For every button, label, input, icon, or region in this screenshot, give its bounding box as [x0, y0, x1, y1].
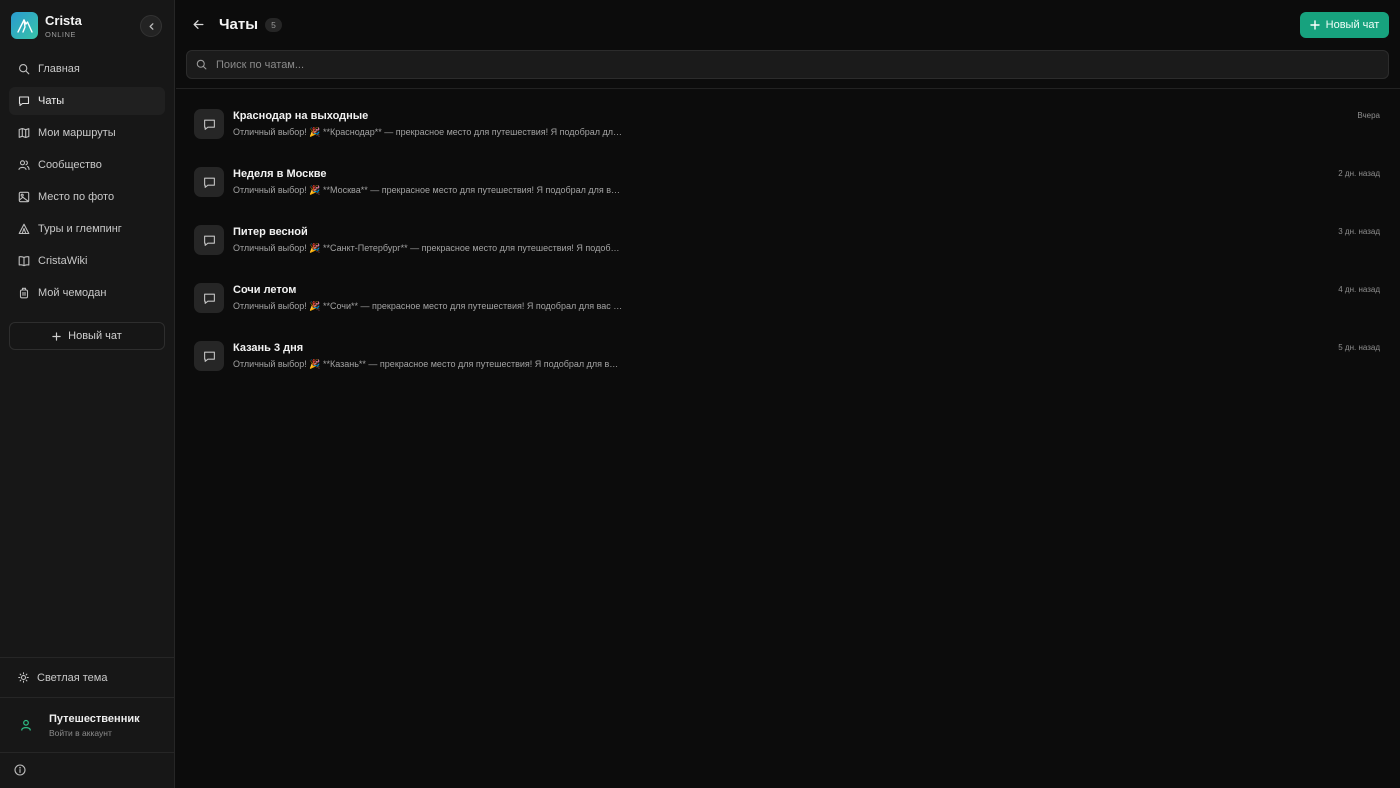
- new-chat-label: Новый чат: [1325, 19, 1380, 31]
- brand[interactable]: Crista ONLINE: [11, 12, 82, 39]
- sidebar: Crista ONLINE Главная Чаты Мои маршруты …: [0, 0, 175, 788]
- chat-title: Краснодар на выходные: [233, 110, 369, 122]
- chat-preview: Отличный выбор! 🎉 **Казань** — прекрасно…: [233, 359, 623, 369]
- chat-list-item[interactable]: Казань 3 дня Отличный выбор! 🎉 **Казань*…: [194, 341, 1382, 399]
- sidebar-item-label: Туры и глемпинг: [38, 223, 122, 235]
- theme-toggle-label: Светлая тема: [37, 671, 108, 684]
- sidebar-item-home[interactable]: Главная: [9, 55, 165, 83]
- chat-avatar: [194, 109, 224, 139]
- sidebar-item-tours[interactable]: Туры и глемпинг: [9, 215, 165, 243]
- crista-logo: [11, 12, 38, 39]
- chat-title: Неделя в Москве: [233, 168, 327, 180]
- chat-title: Сочи летом: [233, 284, 297, 296]
- chat-timestamp: 2 дн. назад: [1338, 169, 1380, 178]
- user-icon: [21, 719, 31, 731]
- chat-bubble-icon: [203, 177, 215, 188]
- sun-icon: [18, 672, 29, 683]
- sidebar-item-label: Чаты: [38, 95, 65, 107]
- chat-avatar: [194, 225, 224, 255]
- tent-icon: [18, 223, 30, 235]
- chat-list-item[interactable]: Питер весной Отличный выбор! 🎉 **Санкт-П…: [194, 225, 1382, 283]
- chat-preview: Отличный выбор! 🎉 **Москва** — прекрасно…: [233, 185, 623, 195]
- chat-count-badge: 5: [265, 18, 282, 32]
- chat-title: Питер весной: [233, 226, 308, 238]
- chat-bubble-icon: [203, 351, 215, 362]
- sidebar-item-label: Место по фото: [38, 191, 115, 203]
- sidebar-item-suitcase[interactable]: Мой чемодан: [9, 279, 165, 307]
- chat-preview: Отличный выбор! 🎉 **Санкт-Петербург** — …: [233, 243, 623, 253]
- chat-list: Краснодар на выходные Отличный выбор! 🎉 …: [194, 109, 1382, 399]
- sidebar-item-chats[interactable]: Чаты: [9, 87, 165, 115]
- sidebar-item-routes[interactable]: Мои маршруты: [9, 119, 165, 147]
- sidebar-item-wiki[interactable]: CristaWiki: [9, 247, 165, 275]
- sidebar-item-community[interactable]: Сообщество: [9, 151, 165, 179]
- sidebar-item-label: Сообщество: [38, 159, 102, 171]
- chat-bubble-icon: [203, 293, 215, 304]
- chat-timestamp: 3 дн. назад: [1338, 227, 1380, 236]
- main-content: Чаты 5 Новый чат Краснодар на выходные О…: [176, 0, 1400, 788]
- sidebar-item-label: Мой чемодан: [38, 287, 107, 299]
- search-icon: [196, 59, 207, 70]
- chat-title: Казань 3 дня: [233, 342, 304, 354]
- chat-timestamp: Вчера: [1357, 111, 1380, 120]
- collapse-sidebar-button[interactable]: [140, 15, 162, 37]
- sidebar-nav: Главная Чаты Мои маршруты Сообщество Мес…: [9, 55, 165, 311]
- sidebar-item-label: CristaWiki: [38, 255, 88, 267]
- app-status: ONLINE: [45, 29, 76, 39]
- page-title: Чаты: [219, 16, 259, 33]
- plus-icon: [52, 331, 61, 341]
- sidebar-new-chat-button[interactable]: Новый чат: [9, 322, 165, 350]
- chat-timestamp: 5 дн. назад: [1338, 343, 1380, 352]
- info-button[interactable]: [14, 764, 26, 776]
- chevron-left-icon: [149, 22, 153, 30]
- chat-bubble-icon: [203, 235, 215, 246]
- chat-list-item[interactable]: Сочи летом Отличный выбор! 🎉 **Сочи** — …: [194, 283, 1382, 341]
- image-search-icon: [18, 191, 30, 203]
- chat-icon: [18, 96, 30, 107]
- chat-preview: Отличный выбор! 🎉 **Сочи** — прекрасное …: [233, 301, 623, 311]
- sidebar-item-label: Главная: [38, 63, 80, 75]
- book-icon: [18, 256, 30, 267]
- theme-toggle[interactable]: Светлая тема: [0, 657, 175, 697]
- new-chat-button[interactable]: Новый чат: [1300, 12, 1389, 38]
- user-account[interactable]: Путешественник Войти в аккаунт: [0, 697, 175, 753]
- sidebar-item-label: Мои маршруты: [38, 127, 116, 139]
- info-icon: [14, 764, 26, 776]
- arrow-left-icon: [193, 20, 204, 29]
- user-name: Путешественник: [49, 712, 140, 725]
- map-icon: [18, 127, 30, 139]
- chat-avatar: [194, 167, 224, 197]
- search-input[interactable]: [216, 58, 1388, 71]
- plus-icon: [1309, 20, 1320, 30]
- chat-preview: Отличный выбор! 🎉 **Краснодар** — прекра…: [233, 127, 623, 137]
- chat-bubble-icon: [203, 119, 215, 130]
- users-icon: [18, 160, 30, 171]
- chat-avatar: [194, 283, 224, 313]
- search-box: [186, 50, 1389, 79]
- chat-list-item[interactable]: Неделя в Москве Отличный выбор! 🎉 **Моск…: [194, 167, 1382, 225]
- app-name: Crista: [45, 12, 82, 28]
- divider: [176, 88, 1400, 89]
- search-icon: [19, 64, 30, 75]
- sidebar-item-photo-place[interactable]: Место по фото: [9, 183, 165, 211]
- luggage-icon: [19, 287, 29, 299]
- back-button[interactable]: [192, 18, 205, 31]
- sidebar-new-chat-label: Новый чат: [68, 330, 122, 342]
- login-link[interactable]: Войти в аккаунт: [49, 728, 140, 738]
- chat-timestamp: 4 дн. назад: [1338, 285, 1380, 294]
- chat-avatar: [194, 341, 224, 371]
- chat-list-item[interactable]: Краснодар на выходные Отличный выбор! 🎉 …: [194, 109, 1382, 167]
